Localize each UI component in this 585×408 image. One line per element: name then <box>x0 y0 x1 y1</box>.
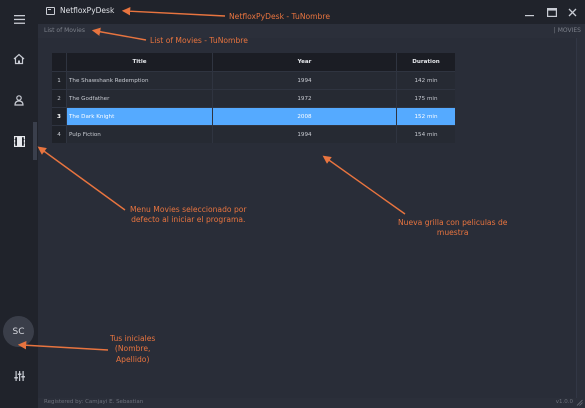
cell-year[interactable]: 1972 <box>213 90 397 107</box>
left-sidebar: SC <box>0 0 38 408</box>
version-text: v1.0.0 <box>555 399 573 405</box>
row-index: 3 <box>52 108 67 125</box>
annotation-initials-line1: Tus iniciales <box>110 334 156 343</box>
home-icon[interactable] <box>0 47 38 71</box>
column-header-duration[interactable]: Duration <box>397 53 455 71</box>
cell-title[interactable]: The Godfather <box>67 90 213 107</box>
sliders-icon[interactable] <box>0 364 38 388</box>
maximize-icon[interactable] <box>546 6 558 18</box>
close-icon[interactable] <box>566 6 578 18</box>
cell-year[interactable]: 2008 <box>213 108 397 125</box>
annotation-title: NetfloxPyDesk - TuNombre <box>229 12 331 21</box>
annotation-list: List of Movies - TuNombre <box>150 36 248 45</box>
row-index: 1 <box>52 72 67 89</box>
cell-duration[interactable]: 175 min <box>397 90 455 107</box>
cell-title[interactable]: The Shawshank Redemption <box>67 72 213 89</box>
table-row[interactable]: 4 Pulp Fiction 1994 154 min <box>52 125 455 143</box>
movies-grid[interactable]: Title Year Duration 1 The Shawshank Rede… <box>52 53 455 143</box>
annotation-initials: Tus iniciales (Nombre, Apellido) <box>110 334 155 365</box>
cell-year[interactable]: 1994 <box>213 126 397 143</box>
column-header-title[interactable]: Title <box>67 53 213 71</box>
active-menu-indicator <box>33 122 37 160</box>
app-icon <box>46 7 55 15</box>
cell-title[interactable]: The Dark Knight <box>67 108 213 125</box>
cell-duration[interactable]: 152 min <box>397 108 455 125</box>
hamburger-menu-icon[interactable] <box>0 7 38 31</box>
annotation-menu-line1: Menu Movies seleccionado por <box>130 205 247 214</box>
table-row[interactable]: 1 The Shawshank Redemption 1994 142 min <box>52 71 455 89</box>
resize-grip-icon[interactable] <box>576 399 583 406</box>
avatar[interactable]: SC <box>3 316 34 347</box>
status-bar: Registered by: Camjayi E. Sebastian v1.0… <box>38 398 585 408</box>
grid-header: Title Year Duration <box>52 53 455 71</box>
cell-title[interactable]: Pulp Fiction <box>67 126 213 143</box>
sub-header: List of Movies | MOVIES <box>38 24 585 38</box>
cell-year[interactable]: 1994 <box>213 72 397 89</box>
annotation-initials-line3: Apellido) <box>115 354 150 364</box>
cell-duration[interactable]: 142 min <box>397 72 455 89</box>
annotation-menu-line2: defecto al iniciar el programa. <box>131 215 246 225</box>
column-header-year[interactable]: Year <box>213 53 397 71</box>
annotation-menu: Menu Movies seleccionado por defecto al … <box>130 205 247 226</box>
annotation-grid-line1: Nueva grilla con peliculas de <box>398 218 508 227</box>
avatar-initials: SC <box>12 326 25 337</box>
user-icon[interactable] <box>0 88 38 112</box>
table-row-selected[interactable]: 3 The Dark Knight 2008 152 min <box>52 107 455 125</box>
section-label: | MOVIES <box>553 27 581 34</box>
breadcrumb: List of Movies <box>44 27 85 34</box>
cell-duration[interactable]: 154 min <box>397 126 455 143</box>
annotation-initials-line2: (Nombre, <box>114 344 151 354</box>
window-title: NetfloxPyDesk <box>60 6 115 15</box>
minimize-icon[interactable] <box>523 6 535 18</box>
annotation-grid-line2: muestra <box>436 228 469 238</box>
row-index-header <box>52 53 67 71</box>
annotation-grid: Nueva grilla con peliculas de muestra <box>398 218 507 239</box>
table-row[interactable]: 2 The Godfather 1972 175 min <box>52 89 455 107</box>
row-index: 2 <box>52 90 67 107</box>
row-index: 4 <box>52 126 67 143</box>
registered-by-text: Registered by: Camjayi E. Sebastian <box>44 399 144 405</box>
